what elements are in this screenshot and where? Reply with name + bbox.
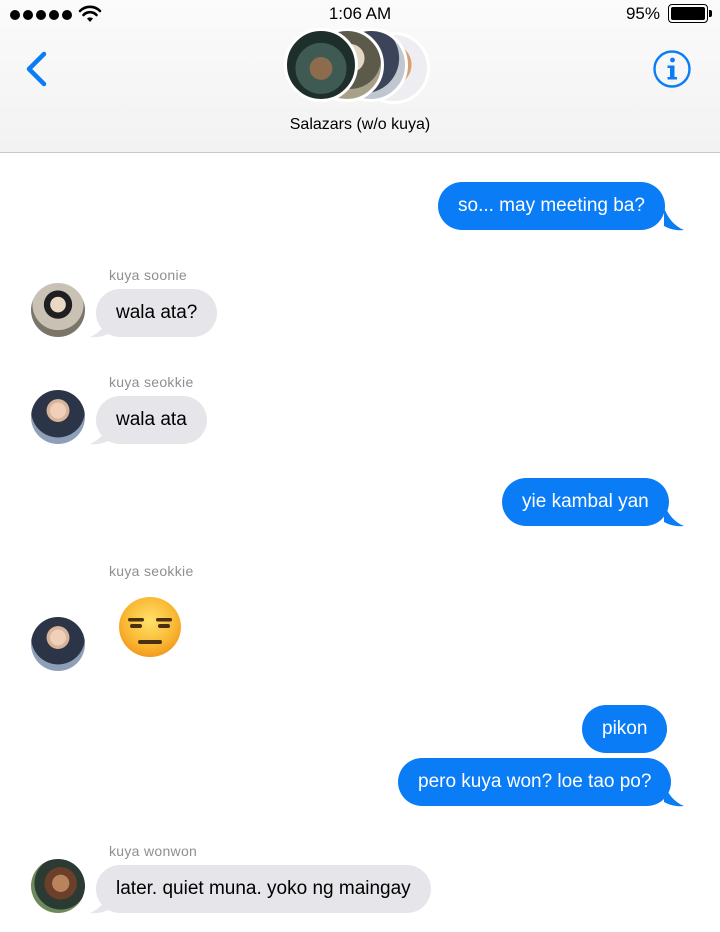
- group-member-avatar: [284, 28, 358, 102]
- battery-icon: [668, 4, 712, 23]
- group-avatar-stack[interactable]: [284, 28, 436, 104]
- avatar[interactable]: [31, 283, 85, 337]
- sender-name: kuya wonwon: [109, 843, 198, 859]
- sender-name: kuya seokkie: [109, 374, 194, 390]
- battery-percent: 95%: [625, 4, 660, 23]
- bubble-tail: [664, 208, 684, 231]
- avatar[interactable]: [31, 859, 85, 913]
- bubble-tail: [664, 504, 684, 527]
- outgoing-message-bubble[interactable]: pikon: [582, 705, 668, 753]
- status-bar: 1:06 AM 95%: [0, 0, 720, 28]
- group-name[interactable]: Salazars (w/o kuya): [0, 116, 720, 134]
- avatar[interactable]: [31, 617, 85, 671]
- info-icon[interactable]: [652, 49, 692, 89]
- expressionless-face-icon[interactable]: [117, 595, 183, 659]
- incoming-message-bubble[interactable]: wala ata: [96, 396, 207, 444]
- incoming-message-bubble[interactable]: wala ata?: [96, 289, 218, 337]
- avatar[interactable]: [31, 390, 85, 444]
- incoming-message-bubble[interactable]: later. quiet muna. yoko ng maingay: [96, 865, 431, 913]
- bubble-tail: [664, 784, 684, 807]
- outgoing-message-bubble[interactable]: yie kambal yan: [502, 478, 669, 526]
- sender-name: kuya soonie: [109, 267, 188, 283]
- conversation-header: 1:06 AM 95% Salazars (w/o kuya): [0, 0, 720, 153]
- chevron-left-icon[interactable]: [22, 48, 52, 90]
- outgoing-message-bubble[interactable]: pero kuya won? loe tao po?: [398, 758, 672, 806]
- outgoing-message-bubble[interactable]: so... may meeting ba?: [438, 182, 665, 230]
- status-time: 1:06 AM: [328, 4, 392, 23]
- sender-name: kuya seokkie: [109, 563, 194, 579]
